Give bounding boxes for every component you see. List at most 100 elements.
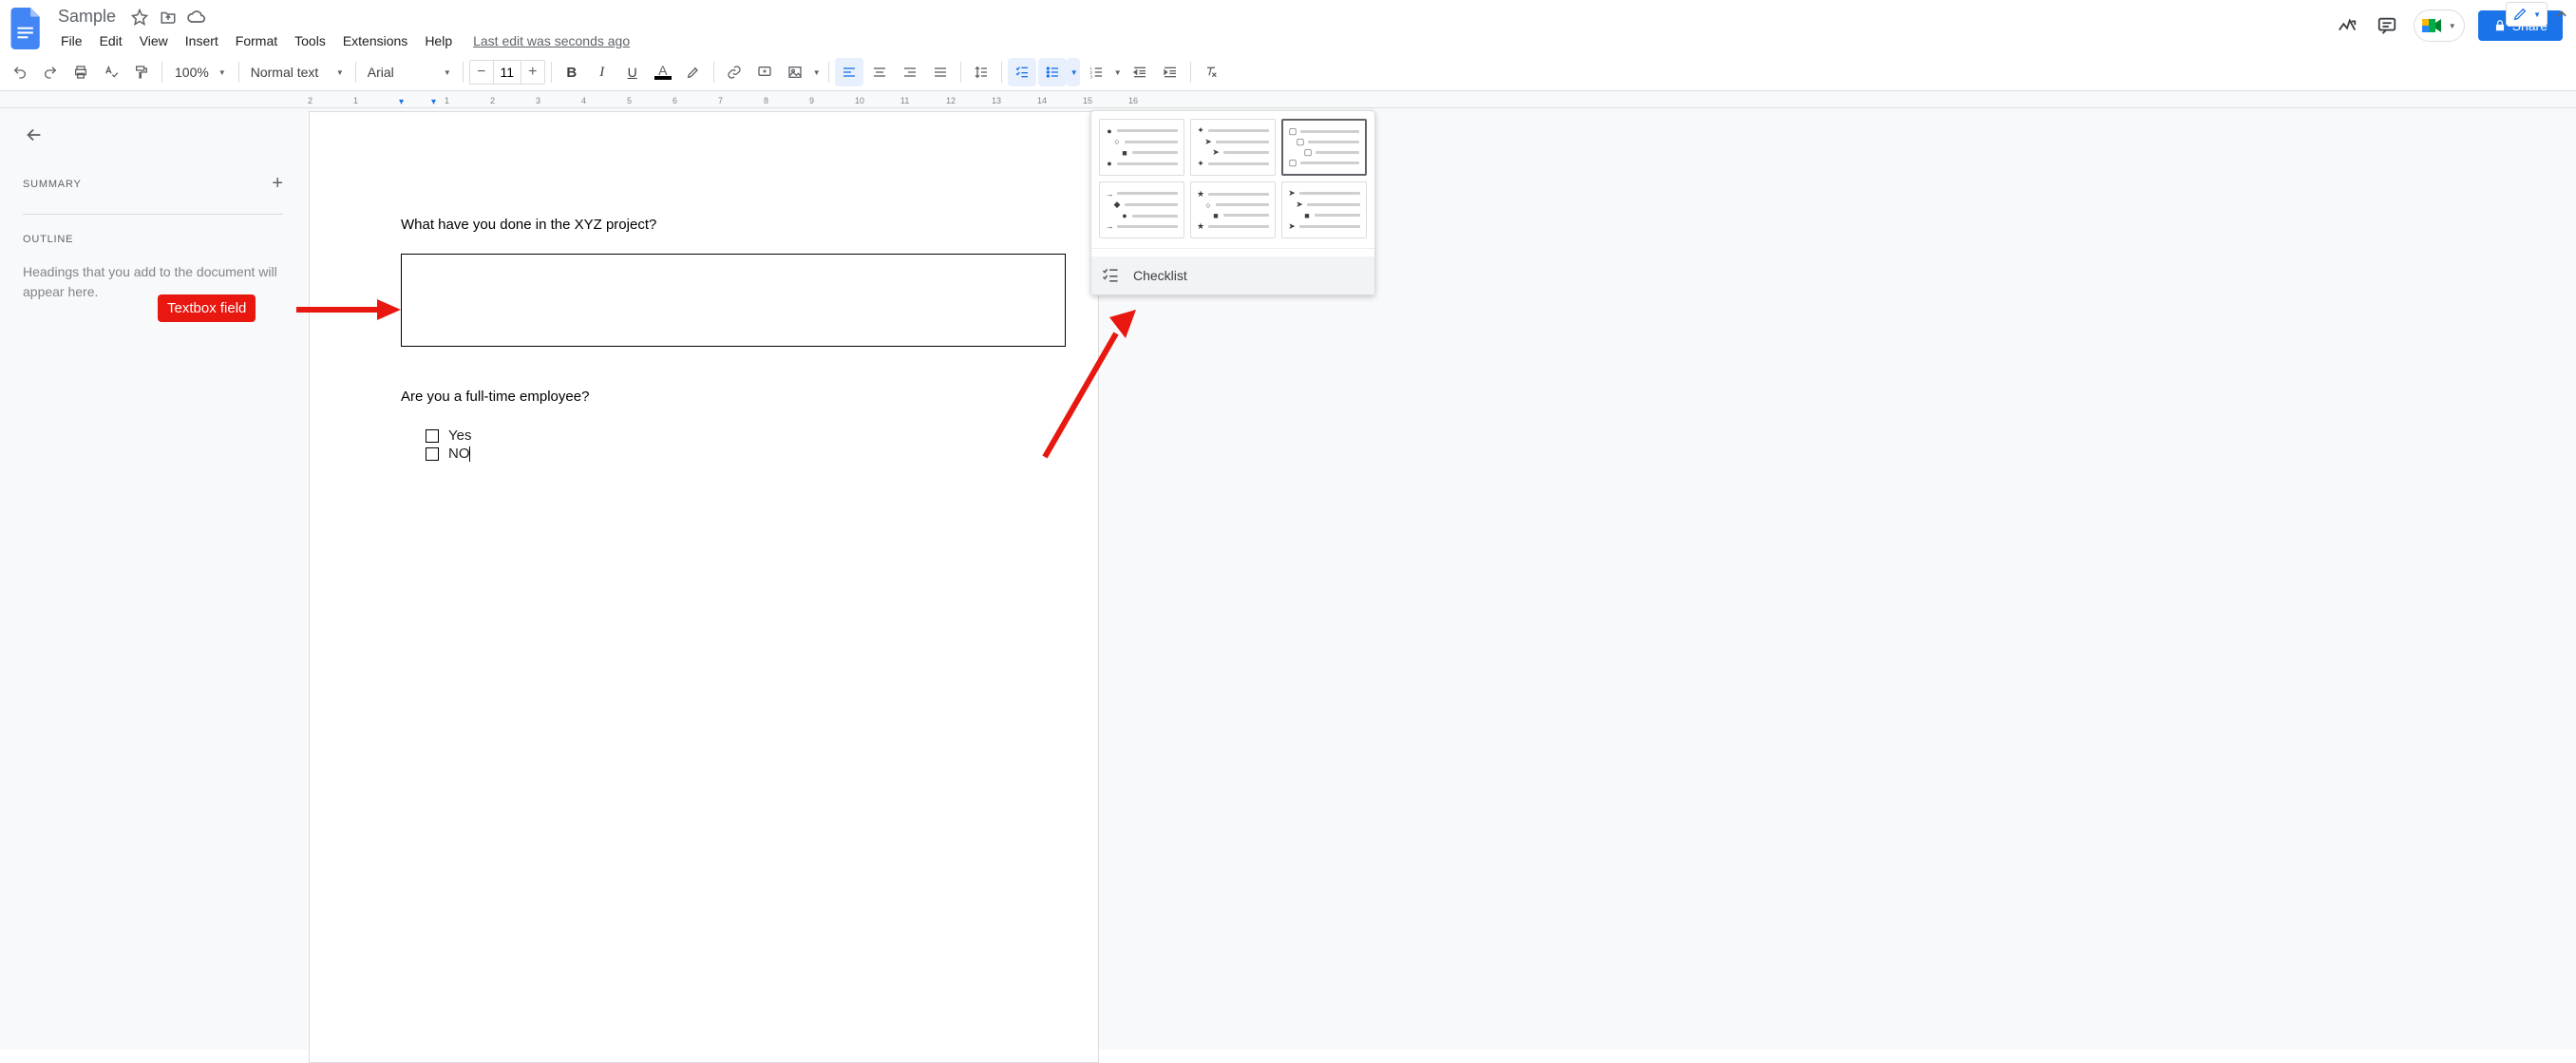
menu-file[interactable]: File (53, 29, 90, 52)
workspace: 2112345678910111213141516▾▾ SUMMARY + OU… (0, 91, 2576, 1050)
menu-format[interactable]: Format (228, 29, 285, 52)
menu-edit[interactable]: Edit (92, 29, 130, 52)
spellcheck-button[interactable] (97, 58, 125, 86)
bullet-preset-4[interactable]: → ◆ ● → (1099, 181, 1184, 238)
menu-tools[interactable]: Tools (287, 29, 333, 52)
checkbox-icon[interactable] (426, 429, 439, 443)
bullet-preset-5[interactable]: ★ ○ ■ ★ (1190, 181, 1276, 238)
numbered-list-button[interactable]: 123 (1082, 58, 1110, 86)
textbox-field[interactable] (401, 254, 1066, 347)
insert-link-button[interactable] (720, 58, 748, 86)
separator (1190, 62, 1191, 83)
insert-image-caret[interactable]: ▼ (809, 58, 823, 86)
separator (960, 62, 961, 83)
menu-insert[interactable]: Insert (178, 29, 226, 52)
editing-mode-button[interactable]: ▼ (2506, 2, 2548, 27)
italic-button[interactable]: I (588, 58, 616, 86)
meet-button[interactable]: ▼ (2414, 9, 2465, 42)
checklist-item-no[interactable]: NO (401, 446, 1007, 462)
checklist-menu-label: Checklist (1133, 268, 1187, 283)
menu-view[interactable]: View (132, 29, 176, 52)
title-area: Sample File Edit View Insert Format Tool… (46, 4, 630, 52)
zoom-select[interactable]: 100%▼ (168, 60, 233, 85)
font-size-input[interactable] (493, 61, 521, 84)
toolbar-right: ▼ (2506, 2, 2572, 27)
back-arrow-icon[interactable] (23, 123, 46, 146)
star-icon[interactable] (130, 8, 149, 27)
highlight-button[interactable] (679, 58, 708, 86)
separator (713, 62, 714, 83)
annotation-arrow-icon (1035, 310, 1140, 462)
question-1: What have you done in the XYZ project? (401, 217, 1007, 233)
font-select[interactable]: Arial▼ (362, 61, 457, 84)
insert-image-button[interactable] (781, 58, 809, 86)
checklist-item-yes[interactable]: Yes (401, 427, 1007, 444)
align-justify-button[interactable] (926, 58, 955, 86)
bold-button[interactable]: B (558, 58, 586, 86)
outline-sidebar: SUMMARY + OUTLINE Headings that you add … (0, 91, 306, 1050)
separator (828, 62, 829, 83)
align-right-button[interactable] (896, 58, 924, 86)
app-header: Sample File Edit View Insert Format Tool… (0, 0, 2576, 53)
outline-heading: OUTLINE (23, 234, 283, 245)
text-color-button[interactable]: A (649, 58, 677, 86)
move-icon[interactable] (159, 8, 178, 27)
bulleted-list-caret[interactable]: ▼ (1067, 58, 1080, 86)
caret-down-icon: ▼ (2449, 22, 2456, 30)
separator (551, 62, 552, 83)
menu-bar: File Edit View Insert Format Tools Exten… (46, 29, 630, 52)
text-cursor (469, 446, 470, 462)
font-size-group: − + (469, 60, 545, 85)
paint-format-button[interactable] (127, 58, 156, 86)
comments-icon[interactable] (2374, 12, 2400, 39)
toolbar: 100%▼ Normal text▼ Arial▼ − + B I U A ▼ … (0, 53, 2576, 91)
add-summary-button[interactable]: + (272, 173, 283, 195)
bullet-preset-6[interactable]: ➤ ➤ ■ ➤ (1281, 181, 1367, 238)
checklist-menu-item[interactable]: Checklist (1091, 256, 1374, 294)
checklist-label: NO (448, 446, 470, 462)
align-center-button[interactable] (865, 58, 894, 86)
menu-help[interactable]: Help (417, 29, 460, 52)
clear-formatting-button[interactable] (1197, 58, 1225, 86)
numbered-list-caret[interactable]: ▼ (1110, 58, 1124, 86)
checklist-button[interactable] (1008, 58, 1036, 86)
line-spacing-button[interactable] (967, 58, 995, 86)
bullet-preset-1[interactable]: ● ○ ■ ● (1099, 119, 1184, 176)
last-edit-link[interactable]: Last edit was seconds ago (462, 33, 630, 48)
print-button[interactable] (66, 58, 95, 86)
document-page[interactable]: What have you done in the XYZ project? A… (310, 112, 1098, 1062)
checklist-label: Yes (448, 427, 471, 444)
paragraph-style-select[interactable]: Normal text▼ (245, 61, 350, 84)
ruler[interactable]: 2112345678910111213141516▾▾ (0, 91, 2576, 108)
divider (23, 214, 283, 215)
separator (355, 62, 356, 83)
align-left-button[interactable] (835, 58, 863, 86)
redo-button[interactable] (36, 58, 65, 86)
collapse-toolbar-button[interactable] (2551, 4, 2572, 25)
document-title[interactable]: Sample (53, 4, 121, 29)
svg-text:3: 3 (1089, 75, 1092, 80)
divider (1091, 248, 1374, 249)
indent-decrease-button[interactable] (1126, 58, 1154, 86)
font-size-increase[interactable]: + (521, 61, 544, 84)
bullet-preset-2[interactable]: ✦ ➤ ➤ ✦ (1190, 119, 1276, 176)
insert-comment-button[interactable] (750, 58, 779, 86)
separator (463, 62, 464, 83)
annotation-label: Textbox field (158, 294, 256, 322)
indent-increase-button[interactable] (1156, 58, 1184, 86)
bullet-presets-popover: ● ○ ■ ● ✦ ➤ ➤ ✦ ▢ ▢ ▢ ▢ → (1090, 110, 1375, 295)
bullet-preset-3[interactable]: ▢ ▢ ▢ ▢ (1281, 119, 1367, 176)
separator (238, 62, 239, 83)
checkbox-icon[interactable] (426, 447, 439, 461)
separator (1001, 62, 1002, 83)
cloud-status-icon[interactable] (187, 8, 206, 27)
menu-extensions[interactable]: Extensions (335, 29, 415, 52)
docs-logo[interactable] (8, 4, 46, 53)
annotation-arrow-icon (296, 295, 401, 324)
font-size-decrease[interactable]: − (470, 61, 493, 84)
bulleted-list-button[interactable] (1038, 58, 1067, 86)
underline-button[interactable]: U (618, 58, 647, 86)
activity-icon[interactable] (2334, 12, 2360, 39)
question-2: Are you a full-time employee? (401, 389, 1007, 405)
undo-button[interactable] (6, 58, 34, 86)
